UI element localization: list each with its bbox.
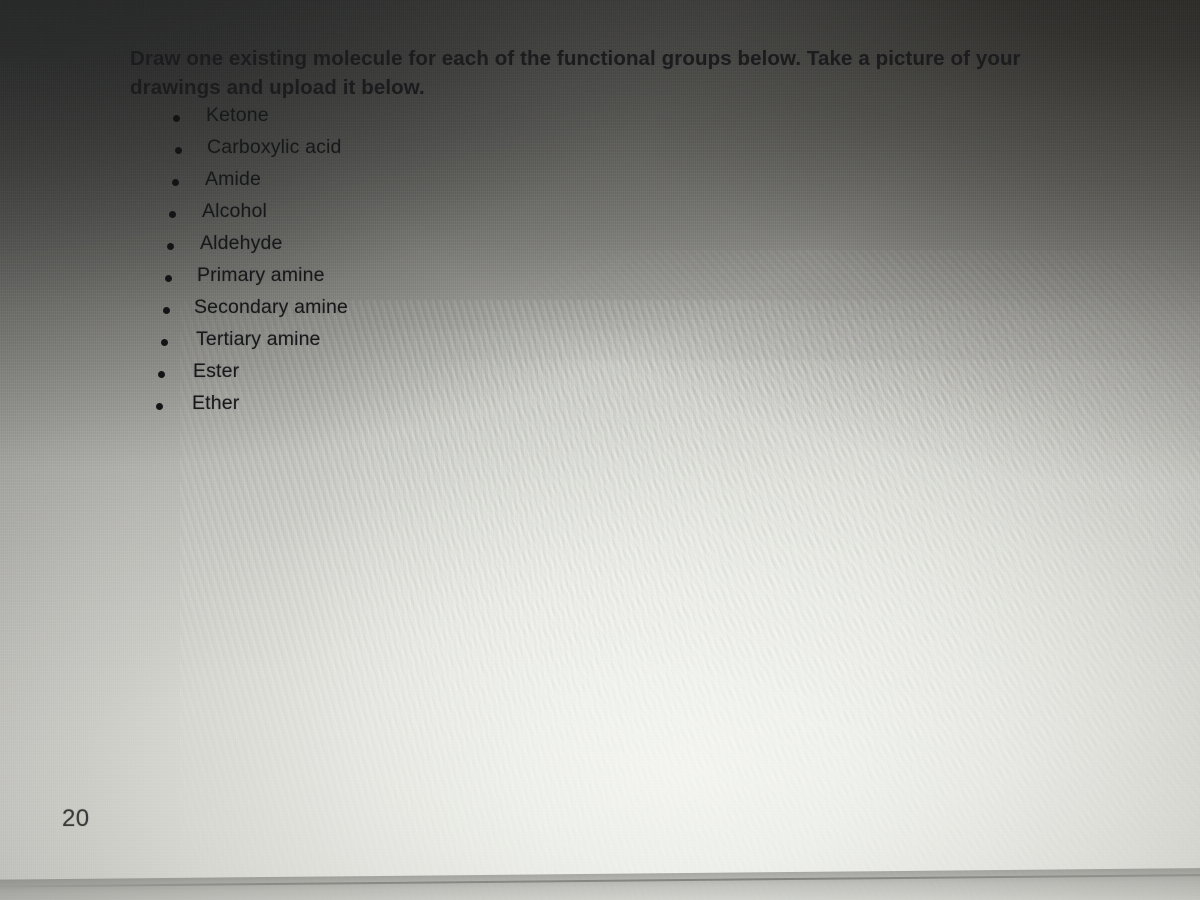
list-item-label: Amide <box>205 168 262 190</box>
list-item-label: Primary amine <box>197 264 325 286</box>
list-item-label: Tertiary amine <box>196 328 321 350</box>
bullet-point-icon <box>165 275 172 282</box>
page-number: 20 <box>62 805 90 832</box>
bullet-point-icon <box>175 147 182 154</box>
bullet-point-icon <box>161 339 168 346</box>
list-item-label: Secondary amine <box>194 296 349 318</box>
document-content: Draw one existing molecule for each of t… <box>0 0 1200 900</box>
bullet-point-icon <box>158 371 165 378</box>
screen-photo: Draw one existing molecule for each of t… <box>0 0 1200 900</box>
question-heading: Draw one existing molecule for each of t… <box>130 47 1021 99</box>
list-item-label: Ester <box>193 360 240 382</box>
bullet-point-icon <box>163 307 170 314</box>
list-item-label: Ketone <box>206 104 269 126</box>
bullet-point-icon <box>169 211 176 218</box>
bullet-point-icon <box>172 179 179 186</box>
bullet-point-icon <box>167 243 174 250</box>
bullet-point-icon <box>156 403 163 410</box>
bullet-point-icon <box>173 115 180 122</box>
list-item-label: Aldehyde <box>200 232 283 254</box>
list-item-label: Carboxylic acid <box>207 136 342 158</box>
list-item-label: Ether <box>192 392 240 414</box>
list-item-label: Alcohol <box>202 200 268 222</box>
